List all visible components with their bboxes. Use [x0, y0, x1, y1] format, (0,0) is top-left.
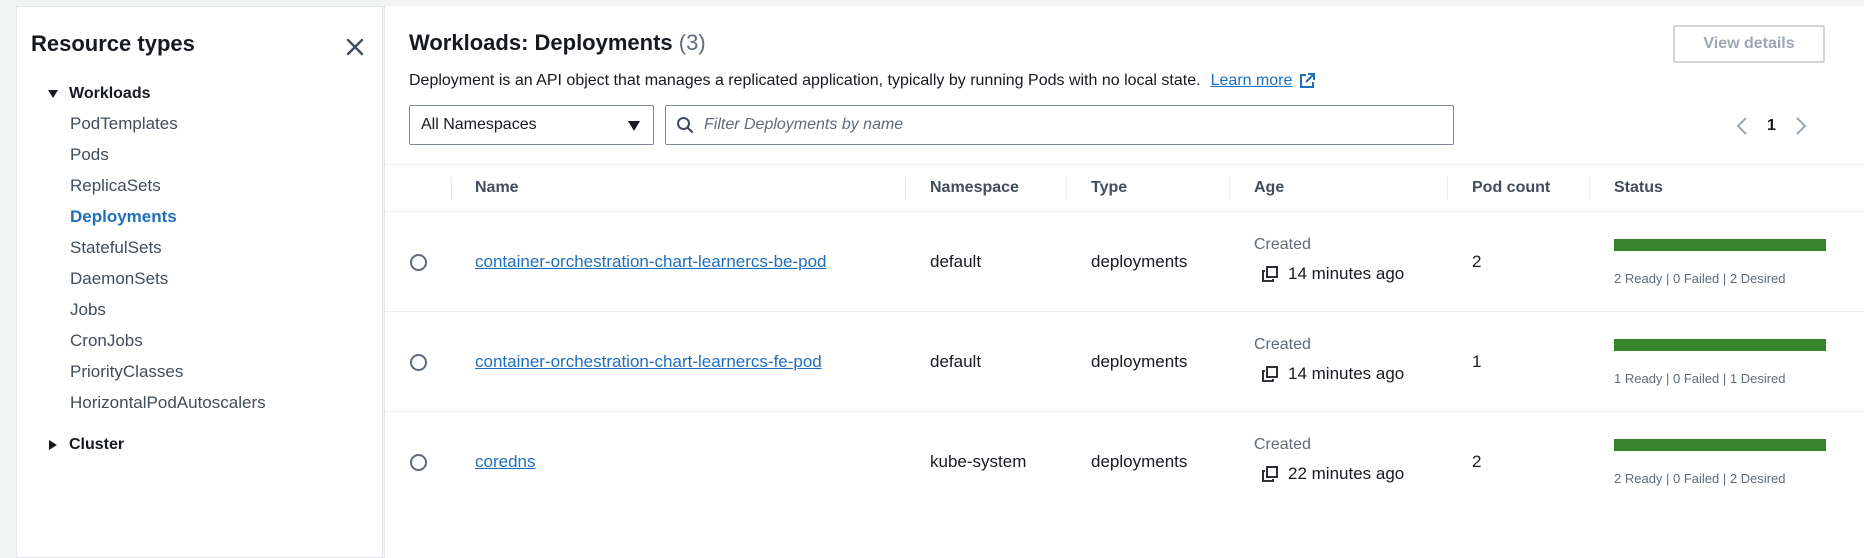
status-text: 2 Ready | 0 Failed | 2 Desired — [1614, 271, 1786, 286]
resource-types-title: Resource types — [31, 31, 195, 56]
column-divider — [1447, 177, 1448, 201]
column-name[interactable]: Name — [475, 165, 519, 211]
current-page[interactable]: 1 — [1767, 117, 1776, 135]
namespace-select-value: All Namespaces — [421, 116, 537, 133]
table-row[interactable]: container-orchestration-chart-learnercs-… — [385, 312, 1864, 412]
sidebar-item-cronjobs[interactable]: CronJobs — [70, 331, 143, 351]
type-cell: deployments — [1091, 252, 1188, 271]
namespace-cell: default — [930, 352, 982, 371]
resource-types-panel: Resource types Workloads PodTemplates Po… — [16, 6, 383, 558]
tree-workloads-label: Workloads — [69, 85, 151, 102]
sidebar-item-replicasets[interactable]: ReplicaSets — [70, 176, 161, 196]
deployments-panel: Workloads: Deployments (3) View details … — [384, 6, 1864, 558]
namespace-select[interactable]: All Namespaces — [409, 105, 654, 145]
namespace-cell: default — [930, 252, 982, 271]
column-divider — [905, 177, 906, 201]
sidebar-item-pods[interactable]: Pods — [70, 145, 109, 165]
age-label: Created — [1254, 236, 1311, 253]
column-divider — [451, 177, 452, 201]
deployment-name-link[interactable]: coredns — [475, 452, 535, 472]
age-cell: Created 22 minutes ago — [1254, 436, 1404, 484]
age-cell: Created 14 minutes ago — [1254, 336, 1404, 384]
table-row[interactable]: coredns kube-system deployments Created … — [385, 412, 1864, 512]
age-label: Created — [1254, 336, 1311, 353]
status-text: 2 Ready | 0 Failed | 2 Desired — [1614, 471, 1786, 486]
age-value: 14 minutes ago — [1288, 264, 1405, 283]
caret-down-icon — [48, 90, 58, 98]
close-icon[interactable] — [341, 33, 369, 61]
external-link-icon[interactable] — [1298, 72, 1316, 90]
caret-right-icon — [49, 440, 57, 450]
type-cell: deployments — [1091, 352, 1188, 371]
tree-cluster-label: Cluster — [69, 436, 125, 453]
copy-icon[interactable] — [1262, 366, 1278, 382]
filter-field[interactable] — [665, 105, 1454, 145]
column-pod-count[interactable]: Pod count — [1472, 165, 1550, 211]
table-header: Name Namespace Type Age Pod count Status — [385, 164, 1864, 212]
deployment-name-link[interactable]: container-orchestration-chart-learnercs-… — [475, 252, 827, 272]
deployment-count: (3) — [678, 30, 706, 55]
column-type[interactable]: Type — [1091, 165, 1127, 211]
column-status[interactable]: Status — [1614, 165, 1663, 211]
copy-icon[interactable] — [1262, 466, 1278, 482]
row-select-radio[interactable] — [410, 354, 427, 371]
row-select-radio[interactable] — [410, 254, 427, 271]
status-progress-bar — [1614, 439, 1826, 451]
column-namespace[interactable]: Namespace — [930, 165, 1019, 211]
column-divider — [1589, 177, 1590, 201]
age-time: 14 minutes ago — [1262, 364, 1404, 384]
pod-count-cell: 1 — [1472, 352, 1482, 371]
age-value: 22 minutes ago — [1288, 464, 1405, 483]
type-cell: deployments — [1091, 452, 1188, 471]
status-progress-bar — [1614, 339, 1826, 351]
table-row[interactable]: container-orchestration-chart-learnercs-… — [385, 212, 1864, 312]
page-title: Workloads: Deployments (3) — [409, 30, 706, 56]
sidebar-item-priorityclasses[interactable]: PriorityClasses — [70, 362, 183, 382]
sidebar-item-jobs[interactable]: Jobs — [70, 300, 106, 320]
chevron-right-icon[interactable] — [1794, 116, 1808, 136]
column-age[interactable]: Age — [1254, 165, 1284, 211]
column-divider — [1066, 177, 1067, 201]
search-input[interactable] — [704, 116, 1424, 134]
status-text: 1 Ready | 0 Failed | 1 Desired — [1614, 371, 1786, 386]
age-cell: Created 14 minutes ago — [1254, 236, 1404, 284]
pod-count-cell: 2 — [1472, 452, 1482, 471]
age-label: Created — [1254, 436, 1311, 453]
status-progress-bar — [1614, 239, 1826, 251]
page-title-text: Workloads: Deployments — [409, 30, 673, 55]
sidebar-item-deployments[interactable]: Deployments — [70, 207, 177, 227]
search-icon — [677, 117, 694, 134]
copy-icon[interactable] — [1262, 266, 1278, 282]
age-value: 14 minutes ago — [1288, 364, 1405, 383]
chevron-left-icon[interactable] — [1735, 116, 1749, 136]
sidebar-item-horizontalpodautoscalers[interactable]: HorizontalPodAutoscalers — [70, 393, 266, 413]
description-text: Deployment is an API object that manages… — [409, 72, 1201, 89]
sidebar-item-daemonsets[interactable]: DaemonSets — [70, 269, 168, 289]
pagination: 1 — [1735, 116, 1808, 136]
view-details-button[interactable]: View details — [1673, 25, 1825, 63]
pod-count-cell: 2 — [1472, 252, 1482, 271]
column-divider — [1229, 177, 1230, 201]
page-description: Deployment is an API object that manages… — [409, 72, 1316, 90]
learn-more-link[interactable]: Learn more — [1211, 72, 1293, 90]
caret-down-icon — [628, 121, 640, 131]
row-select-radio[interactable] — [410, 454, 427, 471]
age-time: 14 minutes ago — [1262, 264, 1404, 284]
sidebar-item-statefulsets[interactable]: StatefulSets — [70, 238, 162, 258]
tree-cluster[interactable]: Cluster — [47, 436, 124, 454]
namespace-cell: kube-system — [930, 452, 1027, 471]
tree-workloads[interactable]: Workloads — [47, 85, 151, 103]
age-time: 22 minutes ago — [1262, 464, 1404, 484]
deployment-name-link[interactable]: container-orchestration-chart-learnercs-… — [475, 352, 822, 372]
sidebar-item-podtemplates[interactable]: PodTemplates — [70, 114, 178, 134]
